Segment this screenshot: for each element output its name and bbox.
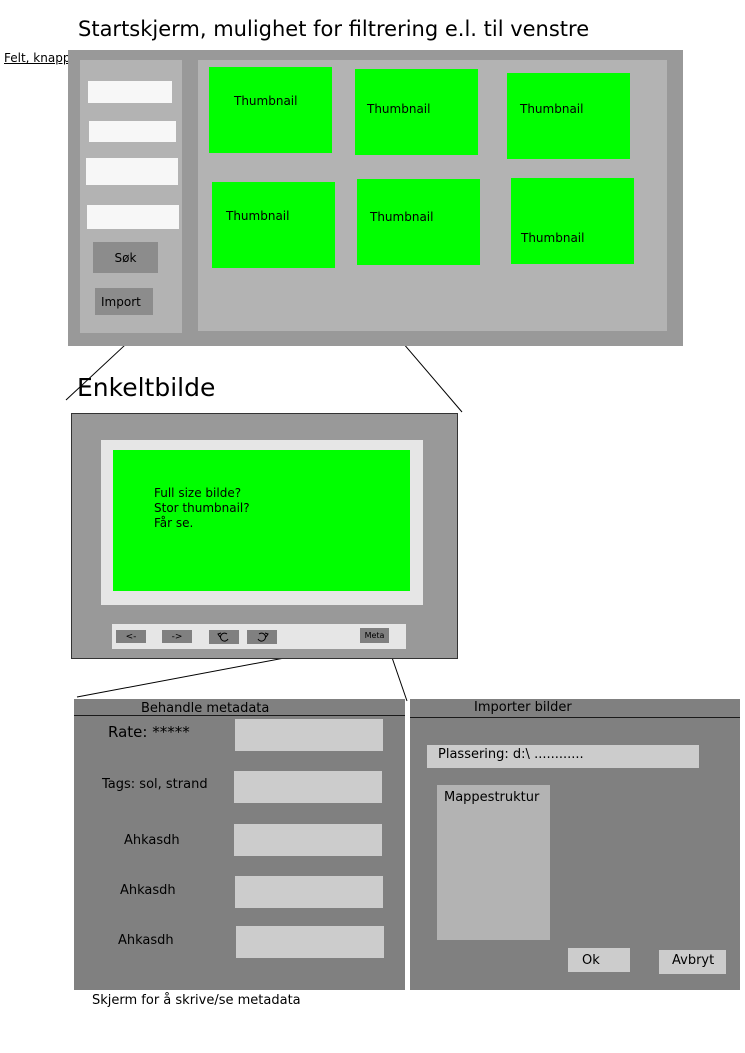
thumbnail-area: Thumbnail Thumbnail Thumbnail Thumbnail …: [198, 60, 667, 331]
next-button[interactable]: ->: [162, 630, 192, 643]
thumbnail-label: Thumbnail: [226, 209, 290, 223]
metadata-field-label: Ahkasdh: [118, 933, 174, 948]
location-field[interactable]: Plassering: d:\ ............: [427, 745, 699, 768]
tags-field[interactable]: [234, 771, 382, 803]
filter-field-1[interactable]: [88, 81, 172, 103]
image-frame: Full size bilde? Stor thumbnail? Får se.: [101, 440, 423, 605]
tags-label: Tags: sol, strand: [102, 777, 208, 792]
thumbnail-selected[interactable]: Thumbnail: [212, 182, 335, 268]
metadata-field[interactable]: [235, 876, 383, 908]
thumbnail-label: Thumbnail: [520, 102, 584, 116]
ok-button[interactable]: Ok: [568, 948, 630, 972]
import-dialog: Importer bilder Plassering: d:\ ........…: [410, 699, 740, 990]
metadata-field[interactable]: [236, 926, 384, 958]
rotate-left-button[interactable]: [209, 630, 239, 644]
thumbnail[interactable]: Thumbnail: [507, 73, 630, 159]
image-text-line: Full size bilde?: [154, 486, 242, 500]
filter-field-3[interactable]: [86, 158, 178, 185]
previous-button[interactable]: <-: [116, 630, 146, 643]
import-button[interactable]: Import: [95, 288, 153, 315]
meta-button[interactable]: Meta: [360, 628, 389, 643]
metadata-caption: Skjerm for å skrive/se metadata: [92, 993, 301, 1008]
folder-tree[interactable]: Mappestruktur: [437, 785, 550, 940]
image-toolbar: <- -> Meta: [112, 624, 406, 649]
thumbnail-label: Thumbnail: [521, 231, 585, 245]
start-screen-title: Startskjerm, mulighet for filtrering e.l…: [78, 17, 590, 41]
image-text-line: Får se.: [154, 516, 194, 530]
rotate-left-icon: [217, 632, 229, 642]
full-size-image: Full size bilde? Stor thumbnail? Får se.: [113, 450, 410, 591]
folder-tree-label: Mappestruktur: [444, 790, 540, 805]
filter-field-2[interactable]: [89, 121, 176, 142]
thumbnail[interactable]: Thumbnail: [209, 67, 332, 153]
cancel-button[interactable]: Avbryt: [659, 950, 726, 974]
rotate-right-button[interactable]: [247, 630, 277, 644]
rotate-right-icon: [257, 632, 269, 642]
metadata-field-label: Ahkasdh: [120, 883, 176, 898]
thumbnail-label: Thumbnail: [367, 102, 431, 116]
rate-label: Rate: *****: [108, 723, 190, 741]
start-screen-window: Søk Import Thumbnail Thumbnail Thumbnail…: [68, 50, 683, 346]
thumbnail-label: Thumbnail: [234, 94, 298, 108]
metadata-field-label: Ahkasdh: [124, 833, 180, 848]
metadata-field[interactable]: [234, 824, 382, 856]
filter-sidebar: Søk Import: [80, 60, 182, 333]
thumbnail-label: Thumbnail: [370, 210, 434, 224]
metadata-dialog: Behandle metadata Rate: ***** Tags: sol,…: [74, 699, 405, 990]
image-text-line: Stor thumbnail?: [154, 501, 250, 515]
single-image-window: Full size bilde? Stor thumbnail? Får se.…: [71, 413, 458, 659]
thumbnail[interactable]: Thumbnail: [511, 178, 634, 264]
image-placeholder-text: Full size bilde? Stor thumbnail? Får se.: [154, 486, 250, 531]
rate-field[interactable]: [235, 719, 383, 751]
thumbnail[interactable]: Thumbnail: [357, 179, 480, 265]
search-button[interactable]: Søk: [93, 242, 158, 273]
title-divider: [74, 715, 405, 716]
import-dialog-title: Importer bilder: [474, 700, 572, 715]
single-image-title: Enkeltbilde: [77, 373, 216, 402]
filter-field-4[interactable]: [87, 205, 179, 229]
metadata-dialog-title: Behandle metadata: [141, 701, 270, 716]
title-divider: [410, 717, 740, 718]
thumbnail[interactable]: Thumbnail: [355, 69, 478, 155]
